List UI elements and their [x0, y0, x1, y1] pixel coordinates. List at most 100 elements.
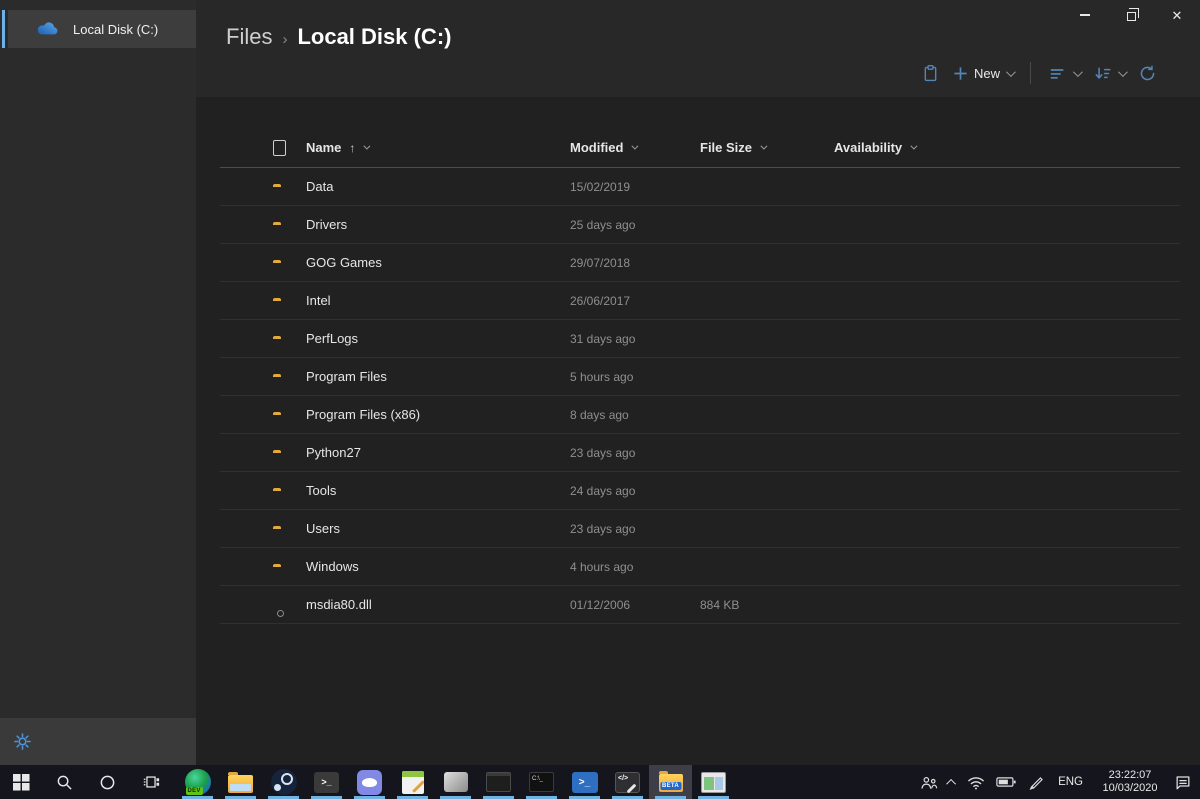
- layout-list-icon: [1048, 64, 1067, 83]
- name-column-header[interactable]: Name ↑: [306, 140, 570, 155]
- toolbar: New: [921, 58, 1157, 88]
- file-name: PerfLogs: [306, 331, 359, 346]
- main-window: Files › Local Disk (C:) ✕ New Name ↑ Mod…: [196, 0, 1200, 765]
- chevron-up-icon: [946, 778, 957, 789]
- task-view-icon: [142, 773, 160, 791]
- files-beta-badge: BETA: [659, 782, 682, 790]
- cortana-button[interactable]: [86, 765, 129, 799]
- action-center-button[interactable]: [1174, 773, 1192, 791]
- taskbar-app-powershell[interactable]: [563, 765, 606, 799]
- show-hidden-icons-button[interactable]: [946, 778, 957, 789]
- toolbar-separator: [1030, 62, 1031, 84]
- table-header-row: Name ↑ Modified File Size Availability: [220, 128, 1180, 168]
- file-type-icon: [273, 139, 286, 156]
- table-row[interactable]: Data 15/02/2019: [220, 168, 1180, 206]
- taskbar-app-notes[interactable]: [391, 765, 434, 799]
- availability-column-header[interactable]: Availability: [834, 140, 1180, 155]
- dev-tools-icon: [615, 771, 640, 793]
- table-row[interactable]: PerfLogs 31 days ago: [220, 320, 1180, 358]
- console-icon: [486, 772, 511, 792]
- search-button[interactable]: [43, 765, 86, 799]
- refresh-button[interactable]: [1138, 64, 1157, 83]
- table-row[interactable]: msdia80.dll 01/12/2006 884 KB: [220, 586, 1180, 624]
- table-row[interactable]: Intel 26/06/2017: [220, 282, 1180, 320]
- taskbar-app-dev-tools[interactable]: [606, 765, 649, 799]
- restore-icon: [1126, 8, 1139, 21]
- minimize-icon: [1080, 14, 1090, 16]
- file-name: Users: [306, 521, 340, 536]
- sort-button[interactable]: [1093, 64, 1128, 83]
- taskbar-app-terminal[interactable]: [305, 765, 348, 799]
- layout-mode-button[interactable]: [1048, 64, 1083, 83]
- taskbar-app-discord[interactable]: [348, 765, 391, 799]
- table-row[interactable]: Program Files (x86) 8 days ago: [220, 396, 1180, 434]
- clock[interactable]: 23:22:07 10/03/2020: [1097, 769, 1163, 795]
- modified-header-label: Modified: [570, 140, 624, 155]
- icon-column-header[interactable]: [273, 139, 306, 156]
- notes-icon: [401, 770, 424, 794]
- taskbar-apps: DEV BETA: [176, 765, 735, 799]
- wifi-button[interactable]: [967, 775, 985, 790]
- breadcrumb-separator: ›: [282, 31, 288, 48]
- table-row[interactable]: GOG Games 29/07/2018: [220, 244, 1180, 282]
- chevron-down-icon: [363, 142, 371, 150]
- chevron-down-icon: [760, 142, 768, 150]
- taskbar-app-cmd[interactable]: [520, 765, 563, 799]
- taskbar-app-sandbox[interactable]: [692, 765, 735, 799]
- table-row[interactable]: Drivers 25 days ago: [220, 206, 1180, 244]
- table-row[interactable]: Windows 4 hours ago: [220, 548, 1180, 586]
- taskbar: DEV BETA: [0, 765, 1200, 799]
- file-name: msdia80.dll: [306, 597, 372, 612]
- discord-icon: [357, 769, 382, 795]
- taskbar-app-edge-dev[interactable]: DEV: [176, 765, 219, 799]
- file-table: Name ↑ Modified File Size Availability D…: [220, 128, 1180, 624]
- edge-dev-icon: DEV: [184, 769, 211, 795]
- taskbar-app-console[interactable]: [477, 765, 520, 799]
- cmd-icon: [529, 772, 554, 792]
- close-icon: ✕: [1171, 7, 1183, 23]
- powershell-icon: [571, 771, 598, 793]
- table-row[interactable]: Program Files 5 hours ago: [220, 358, 1180, 396]
- taskbar-app-file-explorer[interactable]: [219, 765, 262, 799]
- taskbar-app-steam[interactable]: [262, 765, 305, 799]
- cloud-drive-icon: [36, 21, 59, 37]
- people-button[interactable]: [919, 774, 938, 791]
- sidebar-item-local-disk-c[interactable]: Local Disk (C:): [8, 10, 196, 48]
- file-modified: 29/07/2018: [570, 255, 631, 270]
- search-icon: [56, 774, 73, 791]
- restore-button[interactable]: [1108, 0, 1154, 30]
- pen-button[interactable]: [1028, 774, 1044, 790]
- file-name: Tools: [306, 483, 337, 498]
- start-button[interactable]: [0, 765, 43, 799]
- paste-button[interactable]: [921, 64, 940, 83]
- table-row[interactable]: Tools 24 days ago: [220, 472, 1180, 510]
- battery-button[interactable]: [996, 775, 1017, 789]
- paste-icon: [921, 64, 940, 83]
- taskbar-app-model-3d[interactable]: [434, 765, 477, 799]
- files-beta-icon: BETA: [658, 771, 683, 792]
- clock-date: 10/03/2020: [1102, 782, 1158, 794]
- size-header-label: File Size: [700, 140, 753, 155]
- table-row[interactable]: Python27 23 days ago: [220, 434, 1180, 472]
- modified-column-header[interactable]: Modified: [570, 140, 700, 155]
- new-button[interactable]: New: [953, 66, 1016, 81]
- file-name: Drivers: [306, 217, 348, 232]
- settings-button[interactable]: [13, 732, 32, 751]
- file-modified: 24 days ago: [570, 483, 636, 498]
- chevron-down-icon: [910, 142, 918, 150]
- table-row[interactable]: Users 23 days ago: [220, 510, 1180, 548]
- chevron-down-icon: [631, 142, 639, 150]
- app-header: Files › Local Disk (C:) ✕ New: [196, 0, 1200, 97]
- taskbar-app-files-beta[interactable]: BETA: [649, 765, 692, 799]
- file-modified: 23 days ago: [570, 445, 636, 460]
- minimize-button[interactable]: [1062, 0, 1108, 30]
- terminal-icon: [314, 771, 339, 793]
- language-indicator[interactable]: ENG: [1055, 776, 1086, 788]
- size-column-header[interactable]: File Size: [700, 140, 834, 155]
- task-view-button[interactable]: [129, 765, 172, 799]
- file-modified: 23 days ago: [570, 521, 636, 536]
- sidebar-item-label: Local Disk (C:): [73, 21, 159, 37]
- close-button[interactable]: ✕: [1154, 0, 1200, 30]
- breadcrumb-root[interactable]: Files: [226, 24, 272, 50]
- file-name: Intel: [306, 293, 331, 308]
